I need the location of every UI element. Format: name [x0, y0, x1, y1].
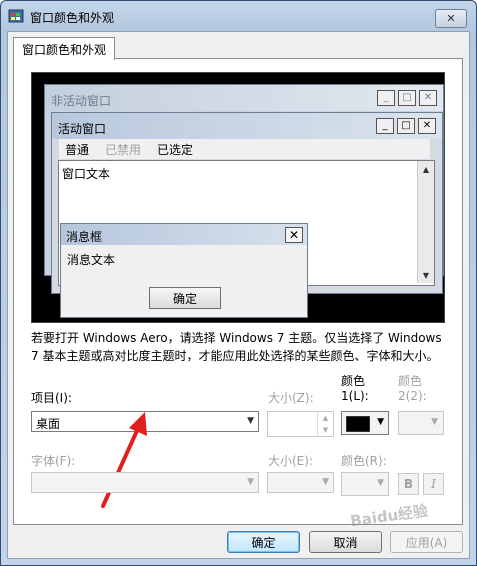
color1-label-line2: 1(L): — [341, 389, 369, 403]
message-ok-button[interactable]: 确定 — [149, 287, 221, 309]
bold-icon: B — [403, 477, 414, 491]
close-icon: ✕ — [285, 227, 303, 243]
chevron-down-icon: ▼ — [377, 478, 384, 488]
color1-label-line1: 颜色 — [341, 374, 366, 388]
menu-item-selected[interactable]: 已选定 — [157, 141, 193, 158]
chevron-down-icon: ▼ — [322, 477, 329, 487]
color1-picker-button[interactable]: ▼ — [341, 411, 389, 435]
menu-item-normal[interactable]: 普通 — [65, 141, 89, 158]
item-value: 桌面 — [36, 417, 61, 431]
message-box-title: 消息框 — [66, 230, 103, 244]
inactive-window-title: 非活动窗口 — [51, 94, 112, 108]
minimize-icon: _ — [377, 90, 395, 106]
chevron-down-icon: ▼ — [247, 416, 254, 426]
italic-icon: I — [431, 477, 436, 491]
bold-button[interactable]: B — [398, 473, 419, 495]
window-text: 窗口文本 — [62, 167, 111, 181]
preview-scrollbar[interactable]: ▲ ▼ — [417, 161, 434, 283]
spin-up-icon: ▲ — [322, 414, 329, 422]
window-title: 窗口颜色和外观 — [30, 11, 115, 25]
active-window-title: 活动窗口 — [58, 122, 107, 136]
scroll-up-icon: ▲ — [422, 164, 430, 174]
font-select[interactable]: ▼ — [31, 472, 259, 493]
font-size-select[interactable]: ▼ — [267, 472, 334, 493]
font-label: 字体(F): — [31, 454, 76, 468]
scroll-down-icon: ▼ — [422, 270, 430, 280]
maximize-icon: □ — [397, 118, 415, 134]
color2-label-line1: 颜色 — [398, 374, 423, 388]
font-size-label: 大小(E): — [268, 454, 313, 468]
close-button[interactable]: ✕ — [435, 9, 467, 28]
italic-button[interactable]: I — [423, 473, 444, 495]
aero-description: 若要打开 Windows Aero，请选择 Windows 7 主题。仅当选择了… — [31, 331, 442, 363]
spin-down-icon: ▼ — [322, 426, 329, 434]
message-box-preview[interactable]: 消息框 ✕ 消息文本 确定 — [60, 223, 308, 318]
annotation-arrow-icon — [101, 412, 147, 508]
font-color-picker-button[interactable]: ▼ — [341, 472, 389, 496]
size-spinner[interactable]: ▲ ▼ — [267, 411, 334, 437]
maximize-icon: □ — [398, 90, 416, 106]
message-text: 消息文本 — [67, 253, 116, 267]
color2-picker-button[interactable]: ▼ — [398, 411, 444, 435]
close-icon: ✕ — [446, 12, 456, 25]
chevron-down-icon: ▼ — [431, 417, 438, 427]
size-label: 大小(Z): — [268, 391, 314, 405]
chevron-down-icon: ▼ — [247, 477, 254, 487]
ok-button[interactable]: 确定 — [227, 531, 300, 553]
color1-swatch — [346, 416, 370, 432]
chevron-down-icon: ▼ — [377, 417, 384, 427]
tab-window-color-appearance[interactable]: 窗口颜色和外观 — [13, 37, 115, 60]
menu-item-disabled[interactable]: 已禁用 — [105, 141, 141, 158]
item-label: 项目(I): — [31, 391, 72, 405]
font-color-label: 颜色(R): — [341, 454, 387, 468]
preview-menubar[interactable]: 普通 已禁用 已选定 — [59, 139, 430, 159]
close-icon: ✕ — [419, 90, 437, 106]
close-icon: ✕ — [418, 118, 436, 134]
color2-label-line2: 2(2): — [398, 389, 427, 403]
color-palette-icon — [8, 9, 24, 23]
cancel-button[interactable]: 取消 — [309, 531, 382, 553]
tab-label: 窗口颜色和外观 — [21, 42, 106, 57]
minimize-icon: _ — [376, 118, 394, 134]
apply-button[interactable]: 应用(A) — [390, 531, 463, 553]
